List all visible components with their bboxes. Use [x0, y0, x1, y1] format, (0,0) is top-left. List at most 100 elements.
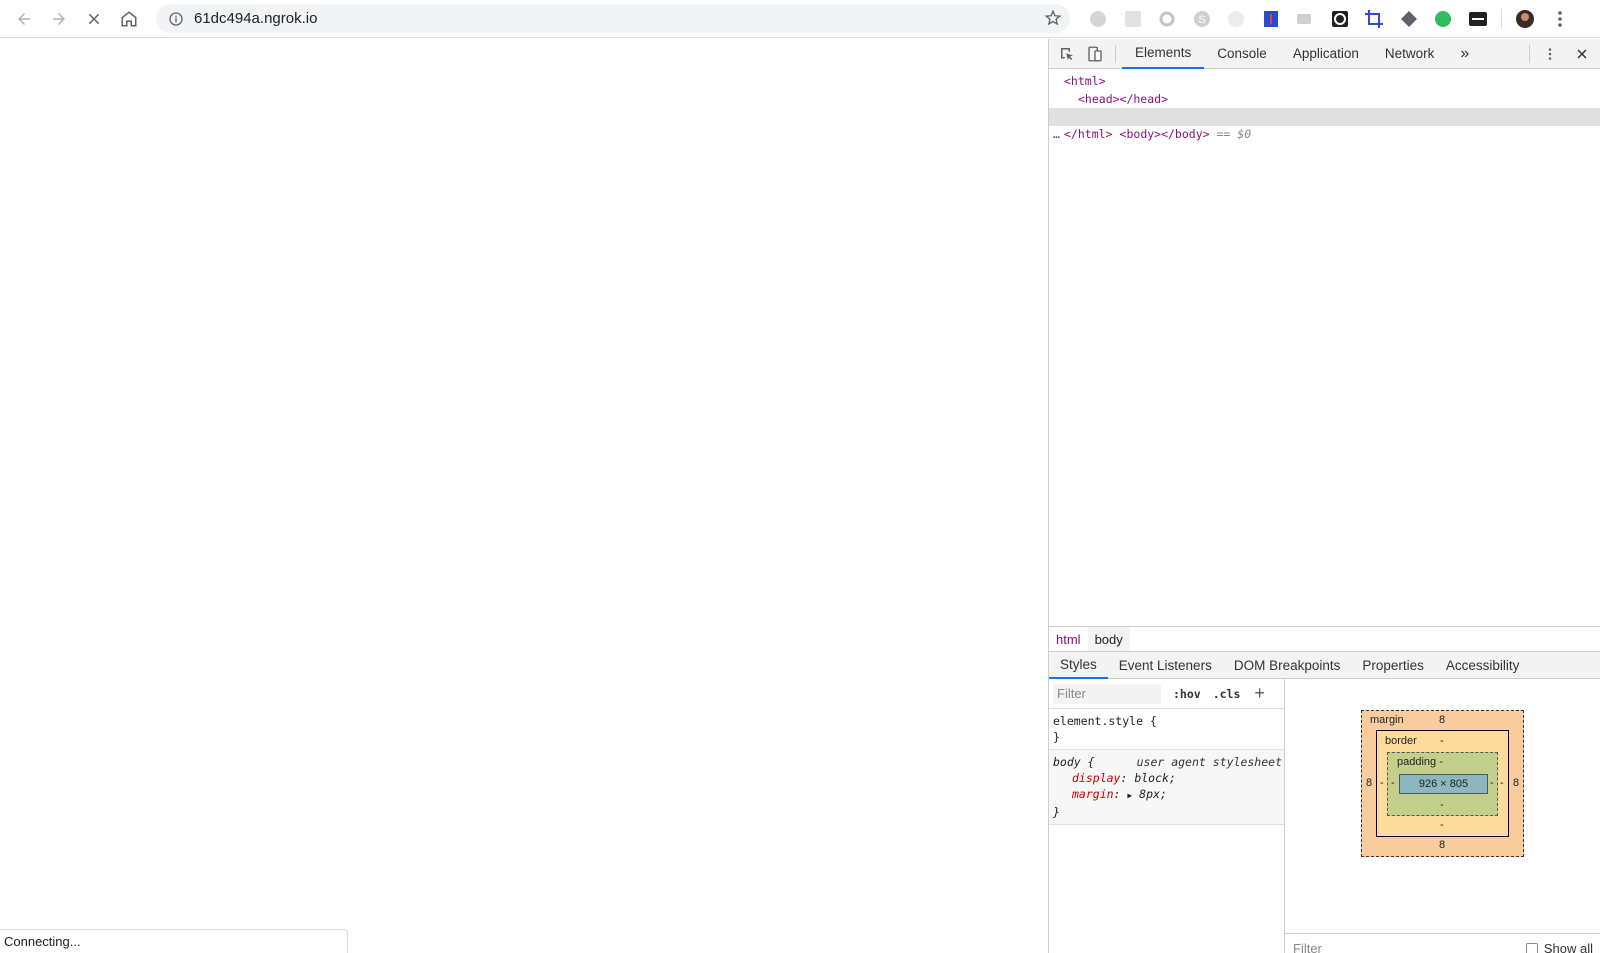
cls-toggle[interactable]: .cls	[1213, 687, 1241, 701]
extension-icon[interactable]	[1225, 8, 1247, 30]
style-prop-display[interactable]: display: block;	[1053, 770, 1280, 786]
head-tag: <head></head>	[1078, 91, 1169, 106]
breadcrumb-html[interactable]: html	[1049, 627, 1088, 652]
show-all-checkbox[interactable]	[1525, 942, 1538, 953]
status-bubble: Connecting...	[0, 929, 348, 953]
tab-styles[interactable]: Styles	[1049, 651, 1108, 679]
expand-triangle-icon[interactable]: ▶	[1127, 791, 1132, 800]
padding-right-value: -	[1490, 777, 1494, 789]
border-right-value: -	[1500, 777, 1504, 789]
extension-icon[interactable]	[1294, 8, 1316, 30]
tab-accessibility[interactable]: Accessibility	[1435, 651, 1531, 679]
extension-icon[interactable]	[1398, 8, 1420, 30]
more-vert-icon	[1548, 48, 1552, 60]
margin-label: margin	[1370, 714, 1404, 726]
more-tabs-button[interactable]: »	[1447, 39, 1482, 69]
controls-separator	[1529, 45, 1530, 63]
page-viewport[interactable]: Connecting...	[0, 39, 1048, 953]
tab-elements[interactable]: Elements	[1122, 39, 1205, 69]
body-style-close: }	[1053, 805, 1060, 819]
extension-icon[interactable]	[1087, 8, 1109, 30]
devtools-menu-button[interactable]	[1536, 40, 1564, 68]
border-label: border	[1385, 735, 1417, 747]
tab-dom-breakpoints[interactable]: DOM Breakpoints	[1223, 651, 1352, 679]
style-prop-margin[interactable]: margin: ▶ 8px;	[1053, 786, 1280, 804]
dom-node-head[interactable]: <head></head>	[1049, 91, 1600, 109]
extension-icon[interactable]	[1122, 8, 1144, 30]
back-button[interactable]	[6, 3, 41, 35]
evernote-icon[interactable]	[1432, 8, 1454, 30]
padding-bottom-value: -	[1440, 799, 1444, 811]
box-model-margin[interactable]: margin 8 8 8 8 border - - - - padding - …	[1361, 710, 1524, 857]
extensions-bar: S	[1087, 8, 1583, 30]
show-all-toggle[interactable]: Show all	[1525, 941, 1593, 953]
crop-icon[interactable]	[1363, 8, 1385, 30]
close-icon	[1577, 49, 1587, 59]
device-toolbar-button[interactable]	[1081, 40, 1109, 68]
box-model-content[interactable]: 926 × 805	[1399, 774, 1488, 794]
arrow-right-icon	[52, 12, 65, 25]
camera-icon[interactable]	[1329, 8, 1351, 30]
padding-label: padding -	[1397, 756, 1443, 768]
styles-pane: Filter :hov .cls + element.style { } use…	[1049, 679, 1285, 953]
tab-properties[interactable]: Properties	[1351, 651, 1435, 679]
border-bottom-value: -	[1440, 819, 1444, 831]
breadcrumb-body[interactable]: body	[1087, 626, 1130, 652]
device-toggle-icon	[1088, 46, 1102, 61]
margin-left-value: 8	[1366, 777, 1373, 789]
gear-icon[interactable]	[1156, 8, 1178, 30]
info-icon[interactable]	[168, 11, 184, 27]
padding-left-value: -	[1391, 777, 1395, 789]
element-style-selector: element.style {	[1053, 714, 1157, 728]
stylesheet-origin: user agent stylesheet	[1136, 755, 1282, 769]
address-bar[interactable]: 61dc494a.ngrok.io	[156, 4, 1070, 33]
inspect-button[interactable]	[1053, 40, 1081, 68]
devtools-controls	[1523, 39, 1600, 69]
home-icon	[121, 10, 136, 26]
body-style-rule[interactable]: user agent stylesheet body { display: bl…	[1049, 750, 1284, 825]
border-top-value: -	[1440, 735, 1444, 747]
avatar[interactable]	[1514, 8, 1536, 30]
tab-event-listeners[interactable]: Event Listeners	[1108, 651, 1223, 679]
devtools-tabbar: Elements Console Application Network »	[1049, 39, 1600, 69]
devtools-panel: Elements Console Application Network » <…	[1048, 39, 1600, 953]
more-vert-icon[interactable]	[1549, 8, 1571, 30]
prop-value: 8px;	[1139, 787, 1167, 801]
element-style-rule[interactable]: element.style { }	[1049, 709, 1284, 750]
show-all-label: Show all	[1543, 941, 1593, 953]
prop-name: margin	[1072, 787, 1114, 801]
add-rule-button[interactable]: +	[1254, 683, 1265, 704]
home-button[interactable]	[111, 3, 146, 35]
tab-separator	[1115, 44, 1116, 63]
tab-network[interactable]: Network	[1372, 39, 1448, 69]
hov-toggle[interactable]: :hov	[1173, 687, 1201, 701]
inspect-element-icon	[1061, 47, 1073, 60]
prop-name: display	[1072, 771, 1121, 785]
stop-button[interactable]	[76, 3, 111, 35]
terminal-icon[interactable]	[1467, 8, 1489, 30]
dom-tree[interactable]: <html> <head></head> … <body></body> == $…	[1049, 69, 1600, 629]
margin-bottom-value: 8	[1439, 839, 1446, 851]
url-text[interactable]: 61dc494a.ngrok.io	[194, 10, 317, 27]
styles-filter-input[interactable]: Filter	[1053, 683, 1161, 704]
devtools-close-button[interactable]	[1568, 40, 1596, 68]
html-open-tag: <html>	[1064, 74, 1106, 88]
computed-filter-input[interactable]: Filter	[1293, 941, 1322, 953]
dom-node-body[interactable]: … <body></body> == $0	[1049, 108, 1600, 141]
extension-icon[interactable]	[1260, 8, 1282, 30]
border-left-value: -	[1380, 777, 1384, 789]
svg-text:S: S	[1198, 14, 1205, 26]
dom-node-html-close[interactable]: </html>	[1049, 126, 1600, 144]
browser-toolbar: 61dc494a.ngrok.io S	[0, 0, 1600, 38]
box-model-border[interactable]: border - - - - padding - - - - 926 × 805	[1376, 730, 1509, 837]
breadcrumb: html body	[1049, 626, 1600, 652]
star-icon[interactable]	[1044, 9, 1062, 27]
toolbar-separator	[1501, 9, 1502, 29]
tab-console[interactable]: Console	[1204, 39, 1280, 69]
tab-application[interactable]: Application	[1280, 39, 1372, 69]
box-model-padding[interactable]: padding - - - - 926 × 805	[1387, 752, 1498, 816]
margin-right-value: 8	[1513, 777, 1520, 789]
dom-node-html[interactable]: <html>	[1049, 73, 1600, 91]
skype-icon[interactable]: S	[1191, 8, 1213, 30]
forward-button[interactable]	[41, 3, 76, 35]
